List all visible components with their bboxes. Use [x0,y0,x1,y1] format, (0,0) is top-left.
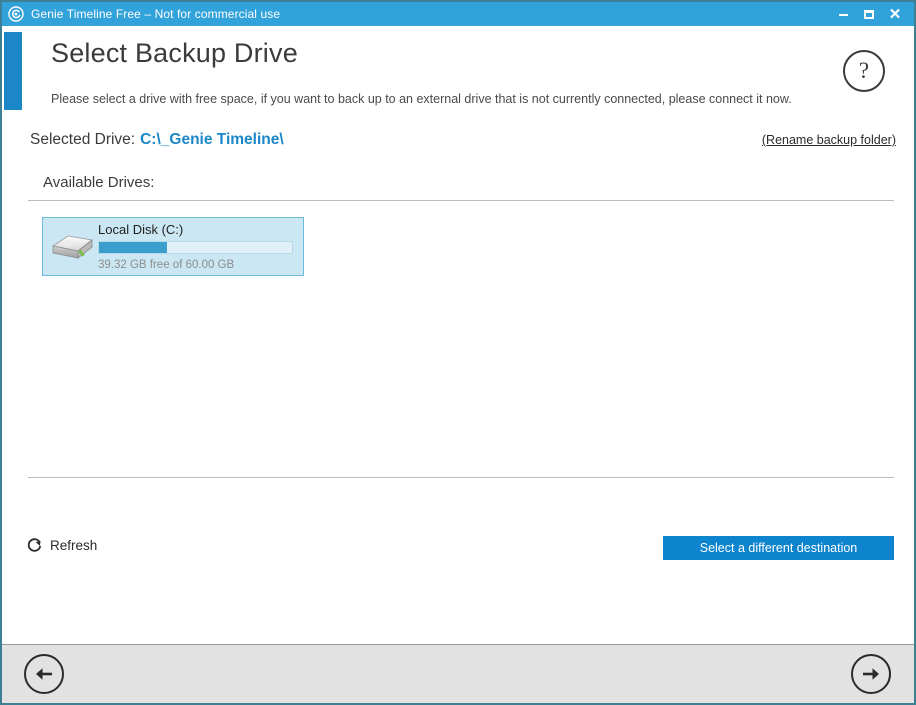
drive-card-local-disk-c[interactable]: Local Disk (C:) 39.32 GB free of 60.00 G… [42,217,304,276]
drive-info: Local Disk (C:) 39.32 GB free of 60.00 G… [98,222,303,271]
refresh-label: Refresh [50,538,97,553]
genie-spiral-icon [8,6,24,22]
window-title: Genie Timeline Free – Not for commercial… [31,7,280,21]
divider-top [28,200,894,201]
help-icon[interactable]: ? [843,50,885,92]
hard-drive-icon [46,225,98,269]
divider-bottom [28,477,894,478]
accent-bar [4,32,22,110]
available-drives-label: Available Drives: [43,174,154,191]
page-subtitle: Please select a drive with free space, i… [51,92,792,106]
selected-drive-row: Selected Drive: C:\_Genie Timeline\ (Rena… [30,131,896,155]
drive-usage-fill [99,242,167,253]
minimize-icon [839,14,848,16]
next-arrow-icon [860,665,882,683]
genie-timeline-window: Genie Timeline Free – Not for commercial… [0,0,916,705]
selected-drive-label: Selected Drive: [30,131,135,148]
selected-drive-value: C:\_Genie Timeline\ [140,131,284,148]
minimize-button[interactable] [830,0,856,29]
select-different-destination-button[interactable]: Select a different destination [663,536,894,560]
refresh-icon [26,537,43,554]
drive-usage-bar [98,241,293,254]
rename-backup-folder-link[interactable]: (Rename backup folder) [762,133,896,147]
drive-capacity-text: 39.32 GB free of 60.00 GB [98,259,293,271]
back-arrow-icon [33,665,55,683]
maximize-button[interactable] [856,2,882,26]
bottom-nav-bar [2,644,914,703]
next-button[interactable] [851,654,891,694]
close-button[interactable]: ✕ [882,2,908,26]
back-button[interactable] [24,654,64,694]
maximize-icon [864,10,874,19]
drive-name: Local Disk (C:) [98,222,293,237]
title-bar: Genie Timeline Free – Not for commercial… [0,0,916,26]
page-title: Select Backup Drive [51,38,298,69]
refresh-button[interactable]: Refresh [26,537,97,554]
